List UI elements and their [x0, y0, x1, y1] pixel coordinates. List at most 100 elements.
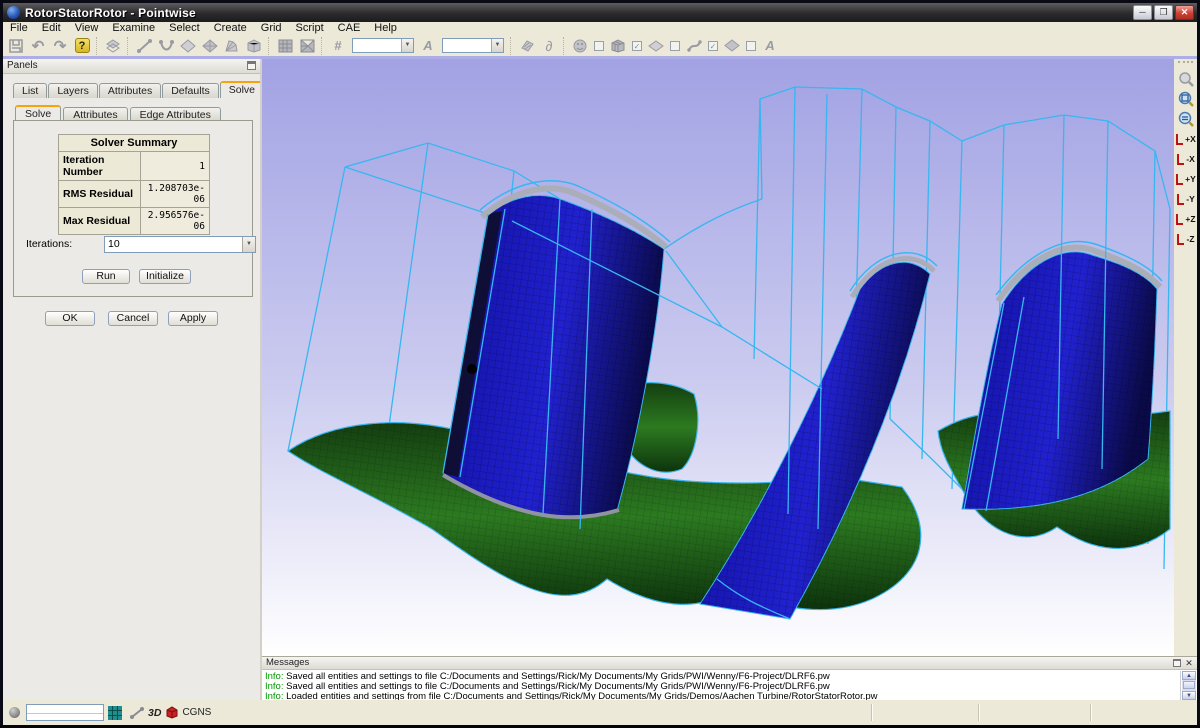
mask-block-icon[interactable]: [608, 37, 628, 55]
menu-cae[interactable]: CAE: [331, 22, 368, 35]
mask-block-checkbox[interactable]: ✓: [632, 41, 642, 51]
coordinate-readout-field[interactable]: [26, 704, 104, 721]
domain-tool-icon[interactable]: [178, 37, 198, 55]
menu-script[interactable]: Script: [289, 22, 331, 35]
menu-view[interactable]: View: [68, 22, 106, 35]
apply-button[interactable]: Apply: [168, 311, 218, 326]
view-minus-y-button[interactable]: -Y: [1175, 189, 1196, 209]
view-plus-x-button[interactable]: +X: [1175, 129, 1196, 149]
panel-tab-bar: List Layers Attributes Defaults Solve: [13, 81, 265, 98]
solve-surface-icon[interactable]: [517, 37, 537, 55]
help-icon[interactable]: ?: [72, 37, 92, 55]
panels-header[interactable]: Panels: [3, 59, 260, 74]
title-bar[interactable]: RotorStatorRotor - Pointwise ─ ❐ ✕: [3, 3, 1197, 22]
selected-point-marker: [467, 364, 477, 374]
view-minus-z-button[interactable]: -Z: [1175, 229, 1196, 249]
chevron-down-icon[interactable]: ▼: [242, 237, 255, 252]
iterations-label: Iterations:: [26, 238, 72, 250]
mask-spacing-icon: A: [760, 37, 780, 55]
structured-grid-icon[interactable]: [275, 37, 295, 55]
messages-title: Messages: [266, 657, 309, 668]
menu-grid[interactable]: Grid: [254, 22, 289, 35]
subtab-edge-attributes[interactable]: Edge Attributes: [130, 107, 221, 121]
mask-spacing-checkbox[interactable]: [746, 41, 756, 51]
pointwise-logo-icon: [7, 6, 20, 19]
toolbar-separator: [510, 37, 513, 55]
zoom-extents-icon[interactable]: [1175, 109, 1196, 129]
mask-surface-icon[interactable]: [722, 37, 742, 55]
menu-file[interactable]: File: [3, 22, 35, 35]
unstructured-domain-tool-icon[interactable]: [200, 37, 220, 55]
panels-panel: Panels List Layers Attributes Defaults S…: [3, 59, 260, 700]
mask-domain-icon[interactable]: [646, 37, 666, 55]
mask-connector-icon[interactable]: [684, 37, 704, 55]
undo-icon[interactable]: ↶: [28, 37, 48, 55]
toolbar-drag-handle[interactable]: [1178, 61, 1193, 67]
subtab-solve[interactable]: Solve: [15, 105, 61, 121]
ok-button[interactable]: OK: [45, 311, 95, 326]
scroll-down-icon[interactable]: ▼: [1182, 691, 1196, 700]
restore-button[interactable]: ❐: [1154, 5, 1173, 20]
tab-list[interactable]: List: [13, 83, 47, 98]
subtab-attributes[interactable]: Attributes: [63, 107, 127, 121]
dimension-mode-label[interactable]: 3D: [148, 707, 161, 719]
tab-defaults[interactable]: Defaults: [162, 83, 219, 98]
curve-tool-icon[interactable]: [156, 37, 176, 55]
view-plus-y-button[interactable]: +Y: [1175, 169, 1196, 189]
zoom-icon[interactable]: [1175, 69, 1196, 89]
menu-bar: File Edit View Examine Select Create Gri…: [3, 22, 1197, 35]
close-button[interactable]: ✕: [1175, 5, 1194, 20]
solver-summary-table: Solver Summary Iteration Number 1 RMS Re…: [58, 134, 210, 235]
messages-header[interactable]: Messages ✕: [262, 657, 1197, 670]
tab-solve[interactable]: Solve: [220, 81, 264, 98]
save-icon[interactable]: [6, 37, 26, 55]
scroll-up-icon[interactable]: ▲: [1182, 671, 1196, 680]
unstructured-grid-icon[interactable]: [297, 37, 317, 55]
menu-examine[interactable]: Examine: [105, 22, 162, 35]
cancel-button[interactable]: Cancel: [108, 311, 158, 326]
scrollbar-thumb[interactable]: [1183, 681, 1195, 689]
mask-domain-checkbox[interactable]: [670, 41, 680, 51]
float-messages-icon[interactable]: [1173, 659, 1181, 667]
menu-edit[interactable]: Edit: [35, 22, 68, 35]
redo-icon[interactable]: ↷: [50, 37, 70, 55]
tab-attributes[interactable]: Attributes: [99, 83, 161, 98]
viewport-3d-scene[interactable]: [262, 59, 1174, 656]
zoom-box-icon[interactable]: [1175, 89, 1196, 109]
dimension-combobox[interactable]: ▼: [352, 38, 414, 53]
solve-content-frame: Solver Summary Iteration Number 1 RMS Re…: [13, 120, 253, 297]
mask-database-checkbox[interactable]: [594, 41, 604, 51]
dimension-icon: #: [328, 37, 348, 55]
menu-help[interactable]: Help: [367, 22, 404, 35]
menu-select[interactable]: Select: [162, 22, 207, 35]
tab-layers[interactable]: Layers: [48, 83, 98, 98]
initialize-button[interactable]: Initialize: [139, 269, 191, 284]
iterations-combobox[interactable]: 10 ▼: [104, 236, 256, 253]
spacing-combobox[interactable]: ▼: [442, 38, 504, 53]
mask-connector-checkbox[interactable]: ✓: [708, 41, 718, 51]
spacing-icon: A: [418, 37, 438, 55]
status-bar: 3D CGNS: [3, 700, 1197, 725]
close-messages-icon[interactable]: ✕: [1184, 658, 1194, 669]
messages-log[interactable]: Info: Saved all entities and settings to…: [262, 671, 1181, 701]
link-tool-icon[interactable]: [130, 707, 144, 719]
view-plus-z-button[interactable]: +Z: [1175, 209, 1196, 229]
view-minus-x-button[interactable]: -X: [1175, 149, 1196, 169]
layer-assign-icon[interactable]: [103, 37, 123, 55]
chevron-down-icon[interactable]: ▼: [491, 39, 503, 52]
minimize-button[interactable]: ─: [1133, 5, 1152, 20]
messages-scrollbar[interactable]: ▲ ▼: [1182, 671, 1196, 700]
block-fan-tool-icon[interactable]: [222, 37, 242, 55]
menu-create[interactable]: Create: [207, 22, 254, 35]
block-brick-tool-icon[interactable]: [244, 37, 264, 55]
connector-tool-icon[interactable]: [134, 37, 154, 55]
statusbar-divider: [871, 704, 873, 721]
run-button[interactable]: Run: [82, 269, 130, 284]
grid-mode-icon[interactable]: [108, 706, 122, 720]
boundary-condition-icon[interactable]: ∂: [539, 37, 559, 55]
iteration-number-value: 1: [141, 152, 210, 181]
chevron-down-icon[interactable]: ▼: [401, 39, 413, 52]
float-panel-icon[interactable]: [247, 61, 256, 70]
toolbar-separator: [268, 37, 271, 55]
mask-database-icon[interactable]: [570, 37, 590, 55]
